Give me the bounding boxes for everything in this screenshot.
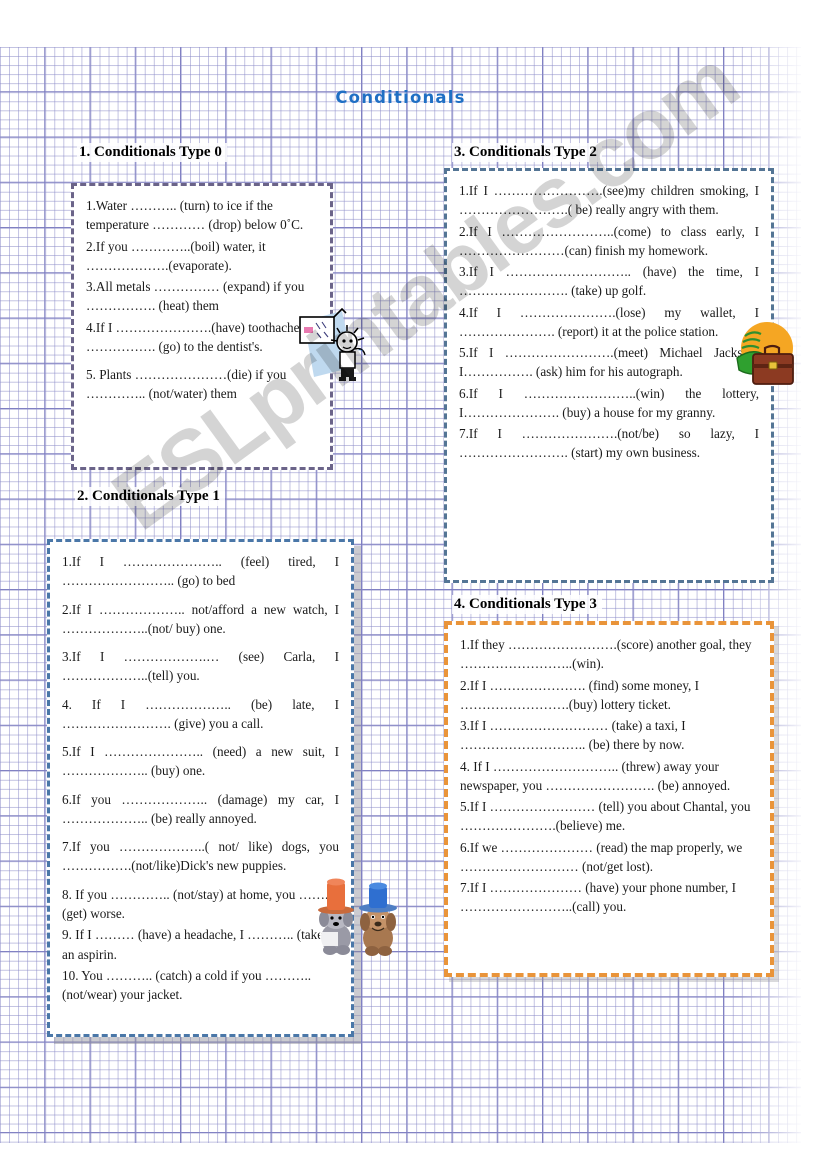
exercise-item: 2.If I ……………………..(come) to class early, … <box>459 223 759 258</box>
exercise-item: 3.If I ……………….… (see) Carla, I ………………..(… <box>62 649 339 684</box>
section-4-box: 1.If they …………………….(score) another goal,… <box>444 621 774 977</box>
exercise-item: 3.If I ……………………….. (have) the time, I ……… <box>459 264 759 299</box>
exercise-item: 3.All metals …………… (expand) if you ……………… <box>86 279 305 314</box>
section-1-box: 1.Water ……….. (turn) to ice if the tempe… <box>71 183 333 470</box>
exercise-item: 4. If I ……………………….. (threw) away your ne… <box>460 758 731 793</box>
exercise-item: 1.If I …………………….(see)my children smoking… <box>459 183 759 218</box>
exercise-item: 2.If I …………………. (find) some money, I ………… <box>460 677 700 712</box>
exercise-item: 8. If you ………….. (not/stay) at home, you… <box>62 886 332 921</box>
exercise-item: 4. If I ……………….. (be) late, I ……………………. … <box>62 696 339 731</box>
section-1-heading: 1. Conditionals Type 0 <box>77 143 227 162</box>
exercise-item: 5. Plants …………………(die) if you ………….. (no… <box>86 367 287 402</box>
section-3-heading: 3. Conditionals Type 2 <box>452 143 602 162</box>
exercise-item: 3.If I ……………………… (take) a taxi, I ………………… <box>460 718 686 753</box>
exercise-item: 6.If you ……………….. (damage) my car, I ………… <box>62 791 339 826</box>
page-title: Conditionals <box>335 88 466 107</box>
exercise-item: 7.If I ………………….(not/be) so lazy, I ……………… <box>459 426 759 461</box>
section-2-heading: 2. Conditionals Type 1 <box>75 487 225 506</box>
exercise-item: 5.If I …………………… (tell) you about Chantal… <box>460 799 751 834</box>
exercise-item: 1.Water ……….. (turn) to ice if the tempe… <box>86 198 304 233</box>
exercise-item: 6.If we ………………… (read) the map properly,… <box>460 839 743 874</box>
exercise-item: 10. You ……….. (catch) a cold if you ……….… <box>62 967 312 1003</box>
exercise-item: 1.If they …………………….(score) another goal,… <box>460 637 752 672</box>
exercise-item: 2.If I ……………….. not/afford a new watch, … <box>62 601 339 636</box>
exercise-item: 2.If you …………..(boil) water, it ……………….(… <box>86 238 266 273</box>
section-2-box: 1.If I ………………….. (feel) tired, I …………………… <box>47 539 354 1037</box>
section-4-heading: 4. Conditionals Type 3 <box>452 595 602 614</box>
section-3-box: 1.If I …………………….(see)my children smoking… <box>444 168 774 583</box>
exercise-item: 7.If you ………………..( not/ like) dogs, you … <box>62 839 339 874</box>
exercise-item: 5.If I …………………….(meet) Michael Jackson, … <box>459 345 759 380</box>
exercise-item: 1.If I ………………….. (feel) tired, I …………………… <box>62 554 339 589</box>
exercise-item: 7.If I ………………… (have) your phone number,… <box>460 880 736 915</box>
exercise-item: 6.If I ……………………..(win) the lottery, I………… <box>459 385 759 420</box>
exercise-item: 4.If I ………………….(lose) my wallet, I ……………… <box>459 304 759 339</box>
exercise-item: 9. If I ……… (have) a headache, I ……….. (… <box>62 927 328 962</box>
exercise-item: 4.If I ………………….(have) toothache, I ……………… <box>86 319 311 354</box>
exercise-item: 5.If I ………………….. (need) a new suit, I ……… <box>62 744 339 779</box>
